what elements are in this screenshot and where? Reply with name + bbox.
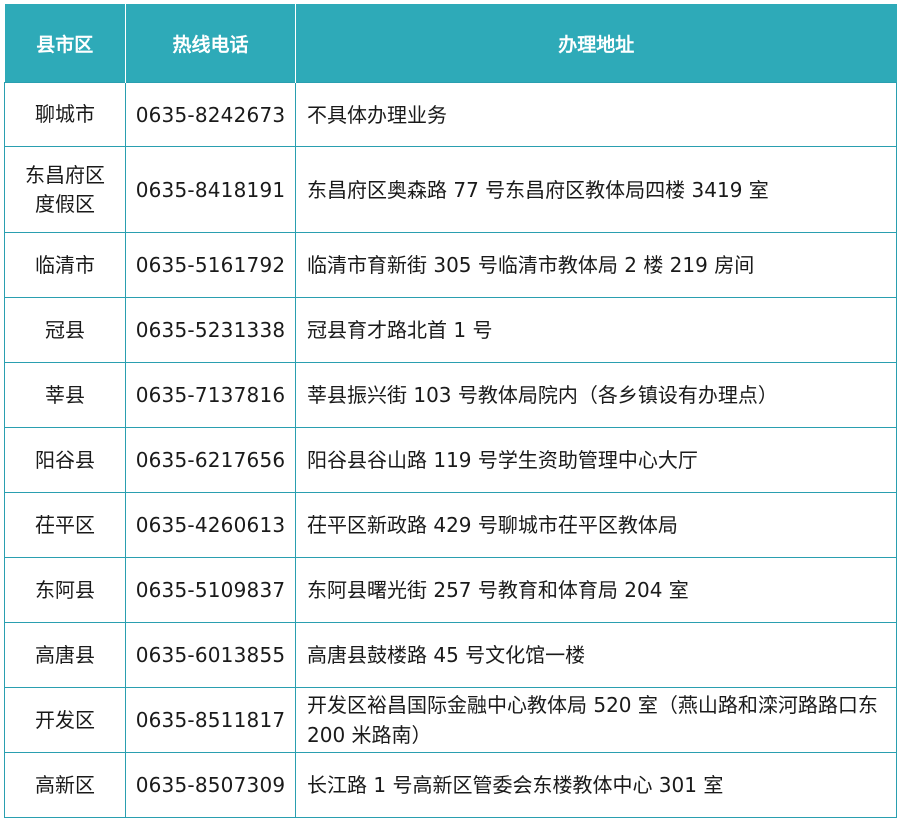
table-row: 东阿县 0635-5109837 东阿县曙光街 257 号教育和体育局 204 … (4, 557, 897, 623)
county-name-line2: 度假区 (35, 191, 95, 216)
county-name: 阳谷县 (35, 447, 95, 472)
county-cell: 东阿县 (4, 557, 126, 623)
table-row: 高新区 0635-8507309 长江路 1 号高新区管委会东楼教体中心 301… (4, 752, 897, 818)
address-cell: 开发区裕昌国际金融中心教体局 520 室（燕山路和滦河路路口东 200 米路南） (295, 687, 897, 753)
phone-cell: 0635-5109837 (125, 557, 296, 623)
phone-cell: 0635-8418191 (125, 146, 296, 233)
county-cell: 临清市 (4, 232, 126, 298)
phone-cell: 0635-5231338 (125, 297, 296, 363)
address-cell: 长江路 1 号高新区管委会东楼教体中心 301 室 (295, 752, 897, 818)
table-row: 高唐县 0635-6013855 高唐县鼓楼路 45 号文化馆一楼 (4, 622, 897, 688)
address-cell: 东昌府区奥森路 77 号东昌府区教体局四楼 3419 室 (295, 146, 897, 233)
header-phone: 热线电话 (125, 4, 296, 83)
table-body: 聊城市 0635-8242673 不具体办理业务 东昌府区度假区 0635-84… (4, 82, 897, 818)
county-cell: 茌平区 (4, 492, 126, 558)
table-row: 东昌府区度假区 0635-8418191 东昌府区奥森路 77 号东昌府区教体局… (4, 146, 897, 233)
address-cell: 茌平区新政路 429 号聊城市茌平区教体局 (295, 492, 897, 558)
address-cell: 莘县振兴街 103 号教体局院内（各乡镇设有办理点） (295, 362, 897, 428)
county-name: 茌平区 (35, 512, 95, 537)
address-cell: 东阿县曙光街 257 号教育和体育局 204 室 (295, 557, 897, 623)
county-name: 东昌府区 (25, 162, 105, 187)
phone-cell: 0635-7137816 (125, 362, 296, 428)
table-header: 县市区 热线电话 办理地址 (4, 4, 897, 83)
county-name: 开发区 (35, 707, 95, 732)
table-row: 开发区 0635-8511817 开发区裕昌国际金融中心教体局 520 室（燕山… (4, 687, 897, 753)
county-cell: 聊城市 (4, 82, 126, 147)
address-cell: 阳谷县谷山路 119 号学生资助管理中心大厅 (295, 427, 897, 493)
address-cell: 高唐县鼓楼路 45 号文化馆一楼 (295, 622, 897, 688)
phone-cell: 0635-4260613 (125, 492, 296, 558)
phone-cell: 0635-6217656 (125, 427, 296, 493)
county-name: 临清市 (35, 252, 95, 277)
header-county: 县市区 (4, 4, 126, 83)
header-address: 办理地址 (295, 4, 897, 83)
address-cell: 临清市育新街 305 号临清市教体局 2 楼 219 房间 (295, 232, 897, 298)
county-name: 高唐县 (35, 642, 95, 667)
table-row: 茌平区 0635-4260613 茌平区新政路 429 号聊城市茌平区教体局 (4, 492, 897, 558)
table-row: 阳谷县 0635-6217656 阳谷县谷山路 119 号学生资助管理中心大厅 (4, 427, 897, 493)
header-row: 县市区 热线电话 办理地址 (4, 4, 897, 83)
county-name: 冠县 (45, 317, 85, 342)
county-cell: 莘县 (4, 362, 126, 428)
phone-cell: 0635-8511817 (125, 687, 296, 753)
county-cell: 高唐县 (4, 622, 126, 688)
phone-cell: 0635-8507309 (125, 752, 296, 818)
table-row: 聊城市 0635-8242673 不具体办理业务 (4, 82, 897, 147)
phone-cell: 0635-6013855 (125, 622, 296, 688)
address-cell: 不具体办理业务 (295, 82, 897, 147)
address-cell: 冠县育才路北首 1 号 (295, 297, 897, 363)
county-name: 东阿县 (35, 577, 95, 602)
hotline-table-container: 县市区 热线电话 办理地址 聊城市 0635-8242673 不具体办理业务 东… (4, 4, 897, 818)
county-name: 聊城市 (35, 102, 95, 126)
hotline-address-table: 县市区 热线电话 办理地址 聊城市 0635-8242673 不具体办理业务 东… (4, 4, 897, 818)
county-cell: 阳谷县 (4, 427, 126, 493)
county-cell: 高新区 (4, 752, 126, 818)
table-row: 莘县 0635-7137816 莘县振兴街 103 号教体局院内（各乡镇设有办理… (4, 362, 897, 428)
phone-cell: 0635-8242673 (125, 82, 296, 147)
county-cell: 东昌府区 度假区 (4, 146, 126, 233)
table-row: 临清市 0635-5161792 临清市育新街 305 号临清市教体局 2 楼 … (4, 232, 897, 298)
county-name: 莘县 (45, 382, 85, 407)
table-row: 冠县 0635-5231338 冠县育才路北首 1 号 (4, 297, 897, 363)
county-cell: 冠县 (4, 297, 126, 363)
county-cell: 开发区 (4, 687, 126, 753)
county-name: 高新区 (35, 772, 95, 797)
phone-cell: 0635-5161792 (125, 232, 296, 298)
